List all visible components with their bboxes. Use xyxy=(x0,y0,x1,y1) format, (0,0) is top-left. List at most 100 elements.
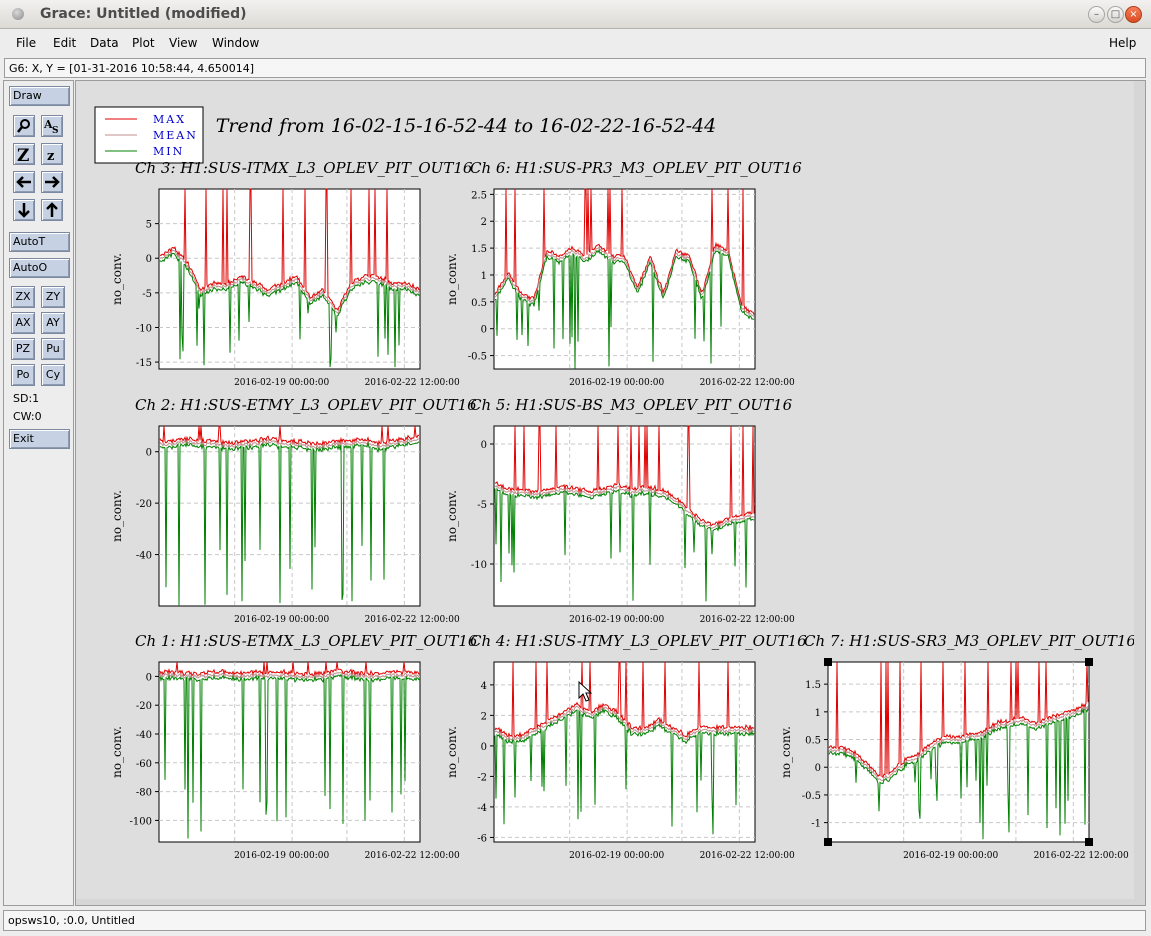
x-tick-label: 2016-02-19 00:00:00 xyxy=(234,378,329,388)
graph-title: Ch 6: H1:SUS-PR3_M3_OPLEV_PIT_OUT16 xyxy=(470,159,802,177)
zoom-out-icon[interactable]: z xyxy=(41,143,63,165)
svg-text:Z: Z xyxy=(17,146,29,164)
menu-data[interactable]: Data xyxy=(90,36,119,50)
menu-plot[interactable]: Plot xyxy=(132,36,155,50)
legend-mean: MEAN xyxy=(153,129,198,142)
graph-title: Ch 7: H1:SUS-SR3_M3_OPLEV_PIT_OUT16 xyxy=(804,632,1134,650)
y-tick-label: -0.5 xyxy=(802,791,821,802)
cy-button[interactable]: Cy xyxy=(41,364,65,386)
status-bar: opsws10, :0.0, Untitled xyxy=(3,910,1146,931)
menu-file[interactable]: File xyxy=(16,36,36,50)
y-tick-label: -4 xyxy=(477,803,487,814)
plot-area[interactable]: MAX MEAN MIN Trend from 16-02-15-16-52-4… xyxy=(76,81,1136,899)
legend-max: MAX xyxy=(153,113,186,126)
up-arrow-icon[interactable] xyxy=(41,199,63,221)
x-tick-label: 2016-02-22 12:00:00 xyxy=(365,851,460,861)
y-axis-label: no_conv. xyxy=(110,253,124,305)
graph-6[interactable]: 4 2 0 -2 -4 -6 Ch 4: H1:SUS-ITMY_L3_OPLEV_PIT_… xyxy=(445,632,807,861)
pu-button[interactable]: Pu xyxy=(41,338,65,360)
menu-edit[interactable]: Edit xyxy=(53,36,76,50)
graph-title: Ch 5: H1:SUS-BS_M3_OPLEV_PIT_OUT16 xyxy=(470,396,793,414)
x-tick-label: 2016-02-22 12:00:00 xyxy=(700,378,795,388)
y-tick-label: 0.5 xyxy=(471,298,487,309)
y-axis-label: no_conv. xyxy=(110,726,124,778)
y-tick-label: 0 xyxy=(481,742,487,753)
minimize-button[interactable]: – xyxy=(1088,6,1105,23)
legend: MAX MEAN MIN xyxy=(94,106,204,164)
y-tick-label: -40 xyxy=(136,730,152,741)
y-axis-label: no_conv. xyxy=(110,490,124,542)
selection-handle xyxy=(1085,658,1093,666)
text-autoscale-icon[interactable]: AS xyxy=(41,115,63,137)
y-tick-label: -40 xyxy=(136,551,152,562)
y-tick-label: -2 xyxy=(477,772,487,783)
coordinate-readout: G6: X, Y = [01-31-2016 10:58:44, 4.65001… xyxy=(4,58,1146,78)
y-tick-label: -60 xyxy=(136,759,152,770)
menu-help[interactable]: Help xyxy=(1109,36,1136,50)
zoom-in-icon[interactable]: Z xyxy=(13,143,35,166)
graph-frame xyxy=(158,661,421,843)
y-tick-label: 0 xyxy=(146,448,152,459)
graph-2[interactable]: 2.5 2 1.5 1 0.5 0 -0.5 Ch 6: H1:SUS-PR3_M3_OPLE… xyxy=(445,159,802,388)
right-arrow-icon[interactable] xyxy=(41,171,63,193)
graph-canvas-frame: MAX MEAN MIN Trend from 16-02-15-16-52-4… xyxy=(75,80,1146,906)
x-tick-label: 2016-02-19 00:00:00 xyxy=(234,615,329,625)
zy-button[interactable]: ZY xyxy=(41,286,65,308)
x-tick-label: 2016-02-19 00:00:00 xyxy=(569,378,664,388)
graph-frame xyxy=(493,425,756,607)
graph-3[interactable]: 0 -20 -40 Ch 2: H1:SUS-ETMY_L3_OPLEV_PIT_OU… xyxy=(110,396,477,625)
x-tick-label: 2016-02-22 12:00:00 xyxy=(365,615,460,625)
graph-canvas[interactable]: MAX MEAN MIN Trend from 16-02-15-16-52-4… xyxy=(76,81,1136,899)
y-tick-label: 1.5 xyxy=(471,244,487,255)
menu-view[interactable]: View xyxy=(169,36,197,50)
x-tick-label: 2016-02-19 00:00:00 xyxy=(569,615,664,625)
x-tick-label: 2016-02-22 12:00:00 xyxy=(700,851,795,861)
ax-button[interactable]: AX xyxy=(11,312,35,334)
y-tick-label: -5 xyxy=(477,500,487,511)
y-tick-label: 0 xyxy=(481,440,487,451)
y-tick-label: -20 xyxy=(136,701,152,712)
pz-button[interactable]: PZ xyxy=(11,338,35,360)
exit-button[interactable]: Exit xyxy=(9,429,70,449)
po-button[interactable]: Po xyxy=(11,364,35,386)
y-tick-label: 1.5 xyxy=(805,680,821,691)
graph-5[interactable]: 0 -20 -40 -60 -80 -100 Ch 1: H1:SUS-ETMX_L3_OP… xyxy=(110,632,478,861)
y-tick-label: -10 xyxy=(136,323,152,334)
y-tick-label: 0 xyxy=(146,672,152,683)
y-tick-label: 0 xyxy=(815,763,821,774)
y-tick-label: -100 xyxy=(130,816,152,827)
graph-frame xyxy=(493,188,756,370)
legend-min: MIN xyxy=(153,145,184,158)
y-tick-label: 2 xyxy=(481,217,487,228)
autoo-button[interactable]: AutoO xyxy=(9,258,70,278)
graph-title: Ch 3: H1:SUS-ITMX_L3_OPLEV_PIT_OUT16 xyxy=(135,159,473,177)
zoom-icon[interactable] xyxy=(13,115,35,137)
graph-frame xyxy=(827,661,1090,843)
x-tick-label: 2016-02-19 00:00:00 xyxy=(569,851,664,861)
maximize-button[interactable]: □ xyxy=(1107,6,1124,23)
y-axis-label: no_conv. xyxy=(445,253,459,305)
graph-4[interactable]: 0 -5 -10 Ch 5: H1:SUS-BS_M3_OPLEV_PIT_OUT16… xyxy=(445,396,795,625)
graph-1[interactable]: 5 0 -5 -10 -15 Ch 3: H1:SUS-ITMX_L3_OPLEV_PIT… xyxy=(110,159,473,388)
selection-handle xyxy=(1085,838,1093,846)
ay-button[interactable]: AY xyxy=(41,312,65,334)
y-tick-label: 4 xyxy=(481,681,487,692)
svg-text:S: S xyxy=(52,126,59,136)
close-button[interactable]: × xyxy=(1125,6,1142,23)
autot-button[interactable]: AutoT xyxy=(9,232,70,252)
graph-frame xyxy=(493,661,756,843)
y-tick-label: 5 xyxy=(146,220,152,231)
y-tick-label: -0.5 xyxy=(468,352,487,363)
y-axis-label: no_conv. xyxy=(779,726,793,778)
menu-window[interactable]: Window xyxy=(212,36,259,50)
graph-title: Ch 4: H1:SUS-ITMY_L3_OPLEV_PIT_OUT16 xyxy=(470,632,807,650)
graph-7[interactable]: 1.5 1 0.5 0 -0.5 -1 Ch 7: H1:SUS-SR3_M3_OPLEV_… xyxy=(779,632,1136,861)
draw-button[interactable]: Draw xyxy=(9,86,70,106)
y-tick-label: -6 xyxy=(477,833,487,844)
y-axis-label: no_conv. xyxy=(445,726,459,778)
y-tick-label: -1 xyxy=(811,819,821,830)
down-arrow-icon[interactable] xyxy=(13,199,35,221)
left-arrow-icon[interactable] xyxy=(13,171,35,193)
y-tick-label: 1 xyxy=(481,271,487,282)
zx-button[interactable]: ZX xyxy=(11,286,35,308)
